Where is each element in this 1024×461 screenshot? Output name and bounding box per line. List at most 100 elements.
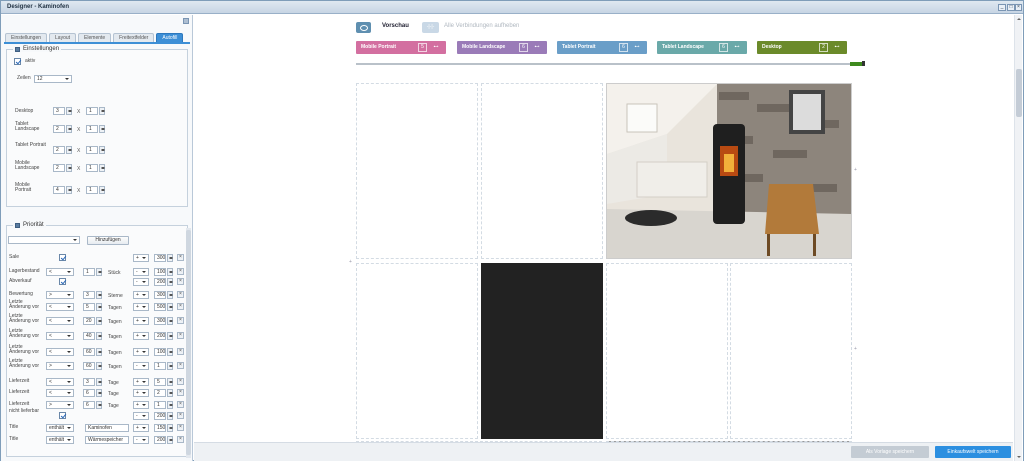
breakpoint-mobile-portrait[interactable]: Mobile Portrait 5 ⊷ [356,41,446,54]
stepper-icon[interactable] [96,317,102,325]
value-input[interactable]: 5 [83,303,95,311]
score-input[interactable]: 300 [154,254,166,262]
stepper-icon[interactable] [96,303,102,311]
operator-select[interactable]: < [46,378,74,386]
operator-select[interactable]: < [46,348,74,356]
grid-cell[interactable] [356,83,478,259]
value-input[interactable]: 3 [83,378,95,386]
link-icon[interactable]: ⊷ [532,43,542,52]
grid-cell[interactable] [730,263,852,439]
score-input[interactable]: 5 [154,378,166,386]
stepper-icon[interactable] [96,348,102,356]
value-input[interactable]: 40 [83,332,95,340]
width-slider-handle[interactable] [862,61,865,66]
resize-handle-icon[interactable]: + [854,346,857,352]
save-as-template-button[interactable]: Als Vorlage speichern [851,446,929,458]
stepper-icon[interactable] [167,412,173,420]
remove-icon[interactable]: × [177,362,184,369]
device-columns-input[interactable]: 2 [53,125,65,133]
sign-select[interactable]: - [133,268,149,276]
breakpoint-desktop[interactable]: Desktop 2 ⊷ [757,41,847,54]
breakpoint-mobile-landscape[interactable]: Mobile Landscape 6 ⊷ [457,41,547,54]
value-input[interactable]: 1 [83,268,95,276]
operator-select[interactable]: enthält [46,424,74,432]
stepper-icon[interactable] [99,164,105,172]
score-input[interactable]: 150 [154,424,166,432]
stepper-icon[interactable] [66,125,72,133]
stepper-icon[interactable] [96,291,102,299]
unlink-all-label[interactable]: Alle Verbindungen aufheben [444,23,519,29]
unlink-icon[interactable]: -|-|- [422,22,439,33]
stepper-icon[interactable] [96,268,102,276]
operator-select[interactable]: > [46,291,74,299]
value-input[interactable]: 6 [83,389,95,397]
stepper-icon[interactable] [96,389,102,397]
stepper-icon[interactable] [99,125,105,133]
score-input[interactable]: 500 [154,303,166,311]
score-input[interactable]: 200 [154,278,166,286]
grid-cell[interactable] [481,83,603,259]
stepper-icon[interactable] [167,268,173,276]
score-input[interactable]: 1 [154,362,166,370]
stepper-icon[interactable] [167,291,173,299]
device-columns-input[interactable]: 2 [53,164,65,172]
add-priority-button[interactable]: Hinzufügen [87,236,129,245]
stepper-icon[interactable] [96,401,102,409]
stepper-icon[interactable] [96,332,102,340]
score-input[interactable]: 200 [154,436,166,444]
sign-select[interactable]: + [133,332,149,340]
width-slider-track[interactable] [356,63,862,65]
remove-icon[interactable]: × [177,389,184,396]
sign-select[interactable]: + [133,424,149,432]
remove-icon[interactable]: × [177,303,184,310]
score-input[interactable]: 1 [154,401,166,409]
canvas-scrollbar[interactable] [1014,15,1022,461]
sign-select[interactable]: - [133,362,149,370]
resize-handle-icon[interactable]: + [349,259,352,265]
link-icon[interactable]: ⊷ [632,43,642,52]
remove-icon[interactable]: × [177,254,184,261]
panel-toggle-icon[interactable] [183,18,189,24]
grid-cell[interactable] [606,263,728,439]
device-rows-input[interactable]: 1 [86,125,98,133]
priority-checkbox[interactable] [59,278,66,285]
remove-icon[interactable]: × [177,378,184,385]
link-icon[interactable]: ⊷ [732,43,742,52]
operator-select[interactable]: > [46,362,74,370]
value-input[interactable]: 6 [83,401,95,409]
tab-freitextfelder[interactable]: Freitextfelder [113,33,155,42]
remove-icon[interactable]: × [177,291,184,298]
maximize-icon[interactable]: □ [1007,4,1015,11]
operator-select[interactable]: < [46,303,74,311]
stepper-icon[interactable] [167,278,173,286]
stepper-icon[interactable] [96,378,102,386]
stepper-icon[interactable] [167,254,173,262]
score-input[interactable]: 200 [154,332,166,340]
tab-elemente[interactable]: Elemente [78,33,112,42]
stepper-icon[interactable] [167,348,173,356]
stepper-icon[interactable] [99,107,105,115]
close-icon[interactable]: × [1015,4,1022,11]
stepper-icon[interactable] [96,362,102,370]
remove-icon[interactable]: × [177,268,184,275]
stepper-icon[interactable] [167,401,173,409]
aktiv-checkbox[interactable] [14,58,21,65]
remove-icon[interactable]: × [177,348,184,355]
device-columns-input[interactable]: 3 [53,107,65,115]
priority-type-select[interactable] [8,236,80,244]
breakpoint-tablet-portrait[interactable]: Tablet Portrait 6 ⊷ [557,41,647,54]
save-world-button[interactable]: Einkaufswelt speichern [935,446,1011,458]
dark-banner-cell[interactable] [481,263,603,439]
value-input[interactable]: Kaminofen [85,424,129,432]
score-input[interactable]: 200 [154,412,166,420]
grid-cell[interactable] [356,263,478,439]
score-input[interactable]: 100 [154,268,166,276]
remove-icon[interactable]: × [177,278,184,285]
tab-layout[interactable]: Layout [49,33,77,42]
remove-icon[interactable]: × [177,401,184,408]
score-input[interactable]: 300 [154,317,166,325]
stepper-icon[interactable] [167,424,173,432]
sign-select[interactable]: - [133,436,149,444]
score-input[interactable]: 100 [154,348,166,356]
operator-select[interactable]: < [46,268,74,276]
